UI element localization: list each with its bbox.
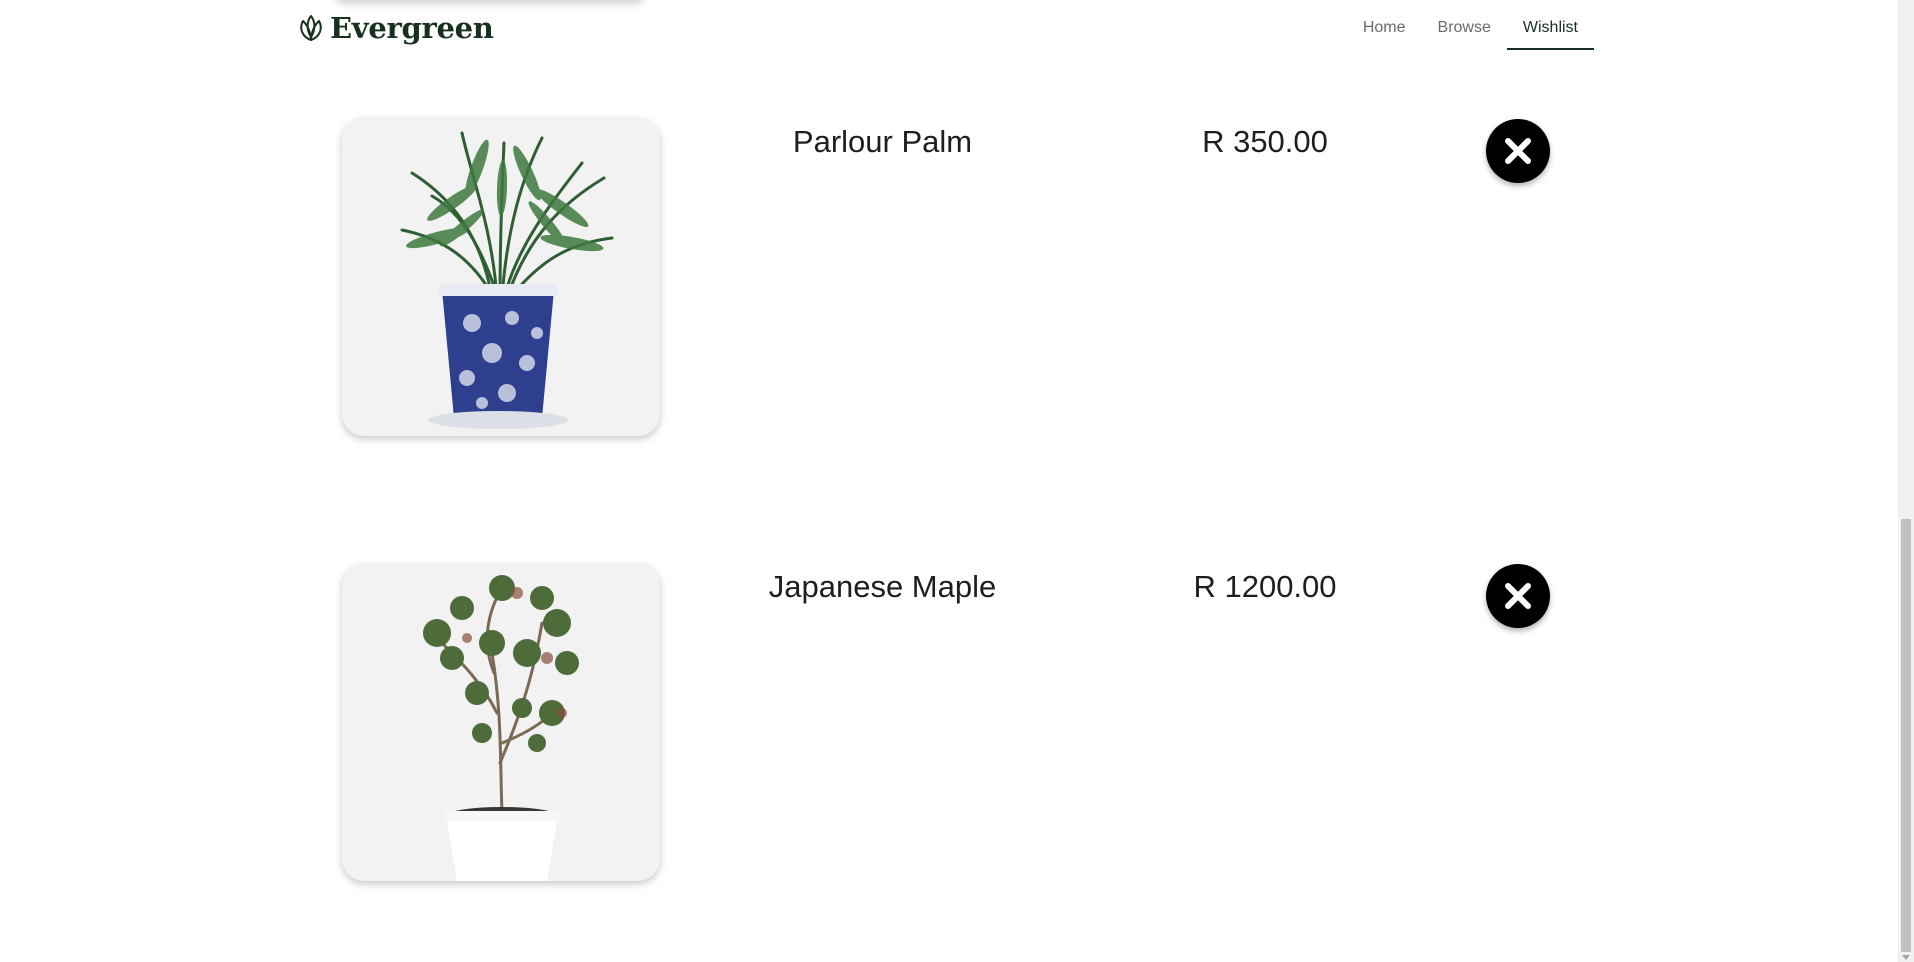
nav-item-home[interactable]: Home <box>1347 0 1422 50</box>
main-nav: Home Browse Wishlist <box>1347 0 1594 50</box>
item-price: R 350.00 <box>1202 124 1328 159</box>
wishlist-item: Parlour Palm R 350.00 <box>0 118 1898 438</box>
item-price: R 1200.00 <box>1193 569 1337 604</box>
vertical-scrollbar[interactable] <box>1898 0 1914 962</box>
leaf-icon <box>300 15 322 41</box>
remove-item-button[interactable] <box>1486 564 1550 628</box>
site-header: Evergreen Home Browse Wishlist <box>0 0 1898 56</box>
item-name: Japanese Maple <box>768 569 997 604</box>
parlour-palm-illustration <box>400 131 614 429</box>
japanese-maple-image[interactable] <box>342 563 660 881</box>
brand-logo[interactable]: Evergreen <box>296 11 494 45</box>
wishlist-item: Japanese Maple R 1200.00 <box>0 563 1898 883</box>
japanese-maple-illustration <box>423 575 579 881</box>
close-icon <box>1505 138 1531 164</box>
nav-item-wishlist[interactable]: Wishlist <box>1506 0 1594 50</box>
nav-item-browse[interactable]: Browse <box>1422 0 1507 50</box>
close-icon <box>1505 583 1531 609</box>
parlour-palm-image[interactable] <box>342 118 660 436</box>
scrollbar-thumb[interactable] <box>1901 519 1911 952</box>
brand-name: Evergreen <box>330 11 494 45</box>
wishlist-page: Evergreen Home Browse Wishlist Parlour P… <box>0 0 1914 962</box>
remove-item-button[interactable] <box>1486 119 1550 183</box>
item-name: Parlour Palm <box>792 124 973 159</box>
scroll-down-arrow-icon[interactable] <box>1902 955 1910 960</box>
